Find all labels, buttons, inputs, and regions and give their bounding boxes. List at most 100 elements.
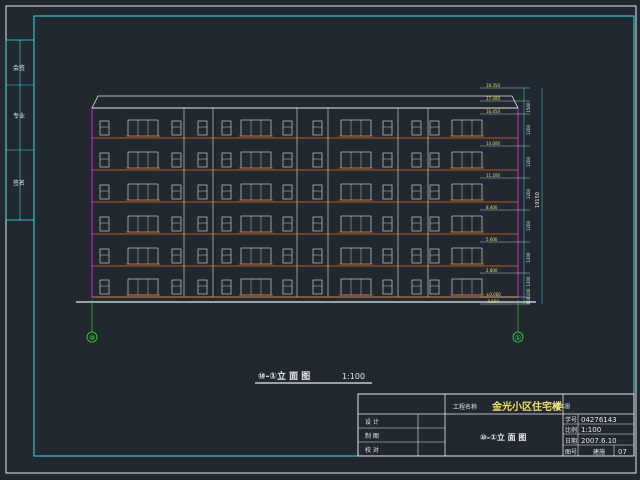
level-label-7: 2.800 xyxy=(486,268,498,273)
side-label-3: 签名 xyxy=(13,179,25,187)
window-small-1-1 xyxy=(171,152,182,168)
inner-frame xyxy=(33,15,635,457)
window-small-5-3 xyxy=(221,279,232,295)
floor-dim-1: 1200 xyxy=(526,124,531,135)
floor-dim-4: 1200 xyxy=(526,220,531,231)
window-small-3-5 xyxy=(312,216,323,232)
window-small-1-0 xyxy=(99,152,110,168)
total-height-dim: 19150 xyxy=(535,192,541,208)
window-large-4-3 xyxy=(451,247,483,265)
window-small-2-2 xyxy=(197,184,208,200)
sheet-no: 07 xyxy=(618,448,627,456)
window-small-3-6 xyxy=(382,216,393,232)
window-large-5-0 xyxy=(127,278,159,296)
window-small-2-0 xyxy=(99,184,110,200)
project-name: 金光小区住宅楼 xyxy=(491,400,562,413)
elevation-drawing: 会签 专业 签名 19.350 17.400 16.450 14.000 11.200 8… xyxy=(5,5,637,474)
window-large-4-2 xyxy=(340,247,372,265)
axis-label-right: ① xyxy=(515,334,521,342)
side-label-2: 专业 xyxy=(13,112,25,120)
window-small-4-6 xyxy=(382,248,393,264)
window-small-4-4 xyxy=(282,248,293,264)
sheet-label: 图号 xyxy=(565,449,577,456)
row-label-design: 设 计 xyxy=(365,418,379,426)
window-large-3-1 xyxy=(240,215,272,233)
date-label: 日期 xyxy=(565,437,577,445)
window-small-2-8 xyxy=(429,184,440,200)
window-small-4-1 xyxy=(171,248,182,264)
window-small-5-0 xyxy=(99,279,110,295)
floor-dim-3: 1200 xyxy=(526,188,531,199)
window-large-2-1 xyxy=(240,183,272,201)
window-large-3-0 xyxy=(127,215,159,233)
window-small-0-7 xyxy=(411,120,422,136)
window-small-3-8 xyxy=(429,216,440,232)
window-small-0-1 xyxy=(171,120,182,136)
window-small-0-8 xyxy=(429,120,440,136)
window-small-3-7 xyxy=(411,216,422,232)
window-large-0-2 xyxy=(340,119,372,137)
window-small-0-4 xyxy=(282,120,293,136)
floor-dim-6: 1200 xyxy=(526,276,531,287)
window-small-0-6 xyxy=(382,120,393,136)
window-small-3-1 xyxy=(171,216,182,232)
window-small-3-4 xyxy=(282,216,293,232)
title-block: 工程名称 金光小区住宅楼 施工图 设 计 制 图 校 对 ⑩-①立 面 图 学号… xyxy=(357,393,635,457)
floor-dim-5: 1200 xyxy=(526,252,531,263)
project-label: 工程名称 xyxy=(453,403,477,411)
floor-dim-8: 600 xyxy=(526,296,531,304)
row-label-check: 校 对 xyxy=(365,446,379,454)
window-large-5-2 xyxy=(340,278,372,296)
scale-value: 1:100 xyxy=(581,426,601,434)
drawing-caption: ⑩-①立 面 图 1:100 xyxy=(255,370,372,384)
window-small-0-2 xyxy=(197,120,208,136)
level-label-0: 19.350 xyxy=(486,83,500,88)
sheet-title: ⑩-①立 面 图 xyxy=(480,432,526,442)
window-large-5-3 xyxy=(451,278,483,296)
sheet-sub: 建施 xyxy=(593,448,605,456)
level-label-3: 14.000 xyxy=(486,141,500,146)
window-large-4-0 xyxy=(127,247,159,265)
level-label-6: 5.600 xyxy=(486,237,498,242)
window-large-2-0 xyxy=(127,183,159,201)
window-small-5-4 xyxy=(282,279,293,295)
id-value: 04276143 xyxy=(581,416,617,424)
binding-strip: 会签 专业 签名 xyxy=(5,39,35,221)
window-small-5-7 xyxy=(411,279,422,295)
window-large-3-2 xyxy=(340,215,372,233)
window-small-4-3 xyxy=(221,248,232,264)
window-large-2-2 xyxy=(340,183,372,201)
floor-dim-0: 1500 xyxy=(526,102,531,113)
window-small-1-6 xyxy=(382,152,393,168)
project-suffix: 施工图 xyxy=(555,403,570,410)
level-label-4: 11.200 xyxy=(486,173,500,178)
window-small-1-2 xyxy=(197,152,208,168)
window-large-0-3 xyxy=(451,119,483,137)
window-large-1-1 xyxy=(240,151,272,169)
window-small-1-8 xyxy=(429,152,440,168)
window-small-0-0 xyxy=(99,120,110,136)
axis-label-left: ⑩ xyxy=(89,334,95,342)
level-label-9: -0.600 xyxy=(486,299,499,304)
window-small-2-6 xyxy=(382,184,393,200)
window-small-3-3 xyxy=(221,216,232,232)
roof-parapet xyxy=(91,95,519,109)
scale-label: 比例 xyxy=(565,426,577,434)
window-small-2-1 xyxy=(171,184,182,200)
window-small-5-6 xyxy=(382,279,393,295)
window-large-1-2 xyxy=(340,151,372,169)
window-small-4-7 xyxy=(411,248,422,264)
window-small-1-4 xyxy=(282,152,293,168)
window-small-4-8 xyxy=(429,248,440,264)
window-large-3-3 xyxy=(451,215,483,233)
date-value: 2007.6.10 xyxy=(581,437,617,445)
window-small-5-5 xyxy=(312,279,323,295)
window-small-2-4 xyxy=(282,184,293,200)
floor-dim-2: 1200 xyxy=(526,156,531,167)
level-label-1: 17.400 xyxy=(486,96,500,101)
window-small-4-5 xyxy=(312,248,323,264)
window-small-2-7 xyxy=(411,184,422,200)
level-label-8: ±0.000 xyxy=(486,292,501,297)
window-small-0-5 xyxy=(312,120,323,136)
drawing-title: ⑩-①立 面 图 xyxy=(258,370,310,382)
